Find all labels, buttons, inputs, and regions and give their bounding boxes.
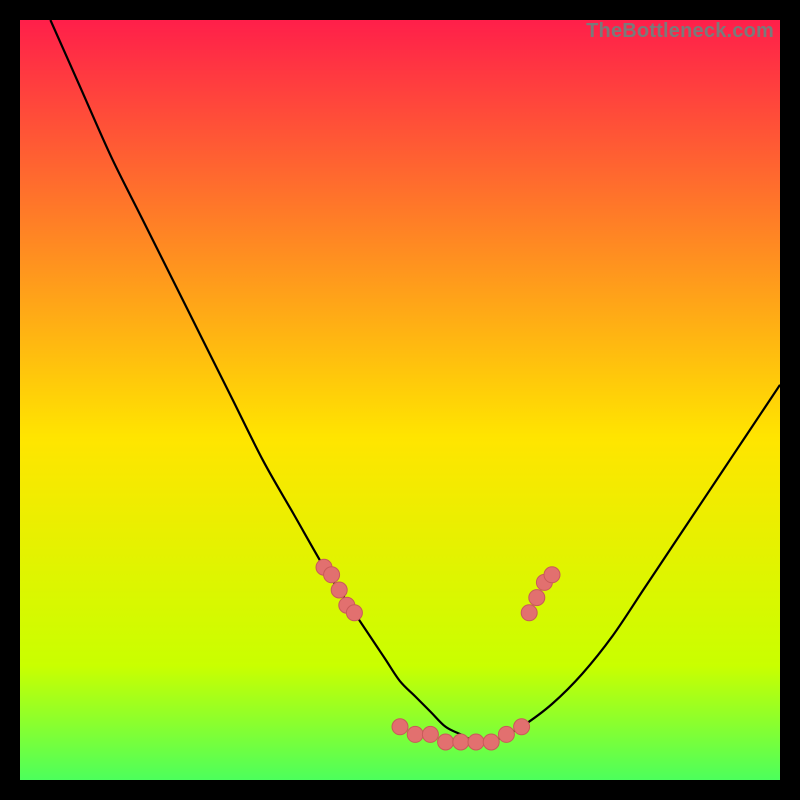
highlight-dot	[514, 719, 530, 735]
highlight-dot	[498, 726, 514, 742]
chart-frame: TheBottleneck.com	[20, 20, 780, 780]
highlight-dot	[468, 734, 484, 750]
highlight-dot	[483, 734, 499, 750]
highlight-dot	[392, 719, 408, 735]
highlight-dot	[407, 726, 423, 742]
highlight-dot	[521, 605, 537, 621]
highlight-dot	[529, 590, 545, 606]
highlight-dot	[346, 605, 362, 621]
highlight-dot	[453, 734, 469, 750]
chart-svg	[20, 20, 780, 780]
gradient-background	[20, 20, 780, 780]
highlight-dot	[331, 582, 347, 598]
highlight-dot	[324, 567, 340, 583]
highlight-dot	[422, 726, 438, 742]
highlight-dot	[438, 734, 454, 750]
highlight-dot	[544, 567, 560, 583]
